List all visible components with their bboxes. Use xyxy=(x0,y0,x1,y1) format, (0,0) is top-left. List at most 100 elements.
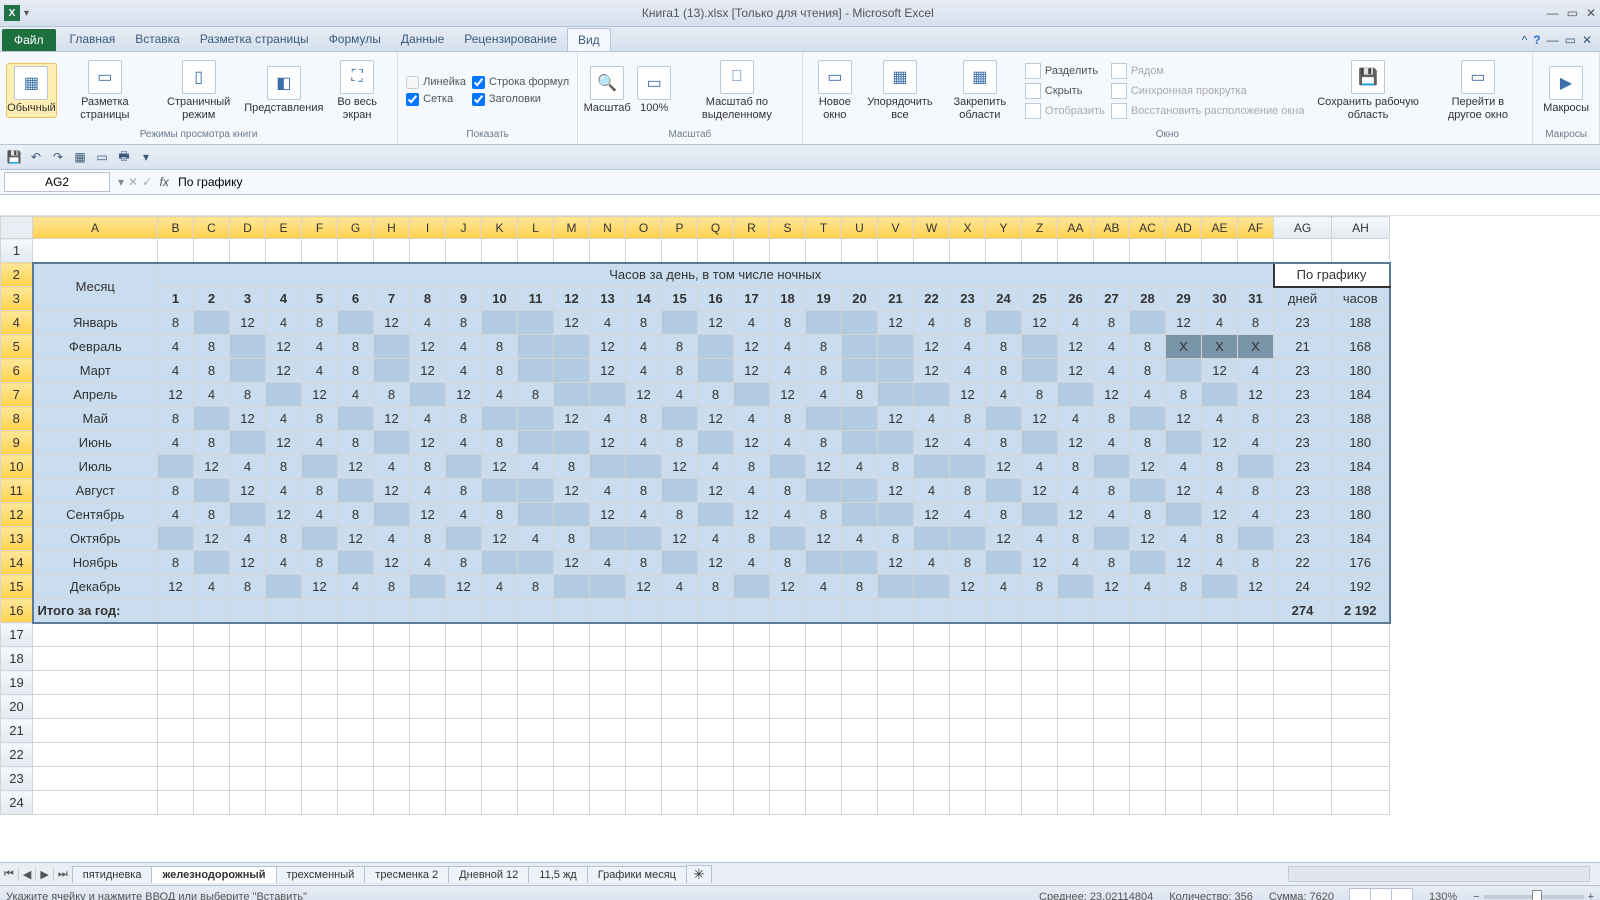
cell[interactable]: 12 xyxy=(1022,407,1058,431)
cell[interactable] xyxy=(1094,455,1130,479)
cell[interactable]: 4 xyxy=(158,431,194,455)
cell[interactable]: 184 xyxy=(1332,383,1390,407)
cell[interactable] xyxy=(230,359,266,383)
cell[interactable] xyxy=(518,431,554,455)
new-window-button[interactable]: ▭Новое окно xyxy=(809,58,862,122)
cell[interactable] xyxy=(266,743,302,767)
cell[interactable] xyxy=(662,695,698,719)
cell[interactable]: 4 xyxy=(1094,335,1130,359)
row-header[interactable]: 10 xyxy=(1,455,33,479)
cell[interactable]: 12 xyxy=(302,575,338,599)
cell[interactable]: 8 xyxy=(230,575,266,599)
cell[interactable]: 23 xyxy=(1274,527,1332,551)
cell[interactable] xyxy=(338,671,374,695)
cell[interactable]: Июль xyxy=(33,455,158,479)
cell[interactable]: 12 xyxy=(446,575,482,599)
cell[interactable]: 4 xyxy=(590,551,626,575)
cell[interactable]: 4 xyxy=(590,479,626,503)
cell[interactable]: 7 xyxy=(374,287,410,311)
cell[interactable] xyxy=(482,623,518,647)
zoom-selection-button[interactable]: ⎕Масштаб по выделенному xyxy=(678,58,795,122)
cell[interactable]: 4 xyxy=(770,335,806,359)
cell[interactable] xyxy=(410,791,446,815)
cell[interactable] xyxy=(1058,575,1094,599)
cell[interactable] xyxy=(734,695,770,719)
cell[interactable]: 12 xyxy=(554,287,590,311)
cell[interactable]: 12 xyxy=(230,311,266,335)
cell[interactable] xyxy=(842,335,878,359)
cell[interactable] xyxy=(230,503,266,527)
cell[interactable]: 8 xyxy=(662,431,698,455)
cell[interactable]: 4 xyxy=(1058,407,1094,431)
cell[interactable]: 12 xyxy=(230,551,266,575)
cell[interactable] xyxy=(626,599,662,623)
cell[interactable]: 12 xyxy=(410,503,446,527)
cell[interactable]: 274 xyxy=(1274,599,1332,623)
row-header[interactable]: 24 xyxy=(1,791,33,815)
cell[interactable] xyxy=(878,431,914,455)
cell[interactable] xyxy=(302,455,338,479)
cell[interactable] xyxy=(1166,623,1202,647)
cell[interactable] xyxy=(374,791,410,815)
cell[interactable] xyxy=(374,623,410,647)
cell[interactable] xyxy=(338,551,374,575)
cell[interactable] xyxy=(698,719,734,743)
cell[interactable] xyxy=(662,311,698,335)
zoom-100-button[interactable]: ▭100% xyxy=(632,64,676,116)
cell[interactable] xyxy=(986,623,1022,647)
cell[interactable] xyxy=(230,599,266,623)
zoom-level[interactable]: 130% xyxy=(1429,891,1457,900)
cell[interactable]: 12 xyxy=(1238,575,1274,599)
cell[interactable] xyxy=(1094,623,1130,647)
cell[interactable]: 4 xyxy=(302,431,338,455)
cell[interactable] xyxy=(518,479,554,503)
cell[interactable] xyxy=(266,623,302,647)
ribbon-tab[interactable]: Главная xyxy=(60,28,126,51)
cell[interactable] xyxy=(842,719,878,743)
cell[interactable] xyxy=(446,743,482,767)
cell[interactable] xyxy=(734,575,770,599)
cell[interactable]: 20 xyxy=(842,287,878,311)
cell[interactable] xyxy=(914,647,950,671)
cell[interactable] xyxy=(446,719,482,743)
cell[interactable] xyxy=(266,575,302,599)
cell[interactable] xyxy=(158,239,194,263)
cell[interactable] xyxy=(230,719,266,743)
cell[interactable]: 12 xyxy=(338,527,374,551)
cell[interactable]: 8 xyxy=(1094,407,1130,431)
cell[interactable] xyxy=(338,719,374,743)
cell[interactable] xyxy=(842,791,878,815)
cell[interactable] xyxy=(986,479,1022,503)
cell[interactable] xyxy=(338,407,374,431)
cell[interactable]: 12 xyxy=(1022,311,1058,335)
cell[interactable]: 8 xyxy=(482,335,518,359)
cell[interactable]: 8 xyxy=(266,455,302,479)
cell[interactable] xyxy=(878,623,914,647)
cell[interactable]: 12 xyxy=(950,575,986,599)
cell[interactable]: 4 xyxy=(590,407,626,431)
cell[interactable]: 8 xyxy=(950,479,986,503)
cell[interactable]: 4 xyxy=(266,551,302,575)
cell[interactable] xyxy=(806,623,842,647)
cell[interactable]: 8 xyxy=(302,551,338,575)
cell[interactable]: Апрель xyxy=(33,383,158,407)
cell[interactable]: 4 xyxy=(266,287,302,311)
cell[interactable]: 2 192 xyxy=(1332,599,1390,623)
cell[interactable]: 23 xyxy=(1274,383,1332,407)
cell[interactable] xyxy=(842,695,878,719)
cell[interactable] xyxy=(482,695,518,719)
cell[interactable]: 8 xyxy=(194,431,230,455)
cell[interactable] xyxy=(986,239,1022,263)
cell[interactable]: 12 xyxy=(374,311,410,335)
cell[interactable]: 12 xyxy=(230,407,266,431)
cell[interactable] xyxy=(878,599,914,623)
cell[interactable]: 12 xyxy=(698,407,734,431)
cell[interactable] xyxy=(158,695,194,719)
row-header[interactable]: 20 xyxy=(1,695,33,719)
cell[interactable]: дней xyxy=(1274,287,1332,311)
sheet-tab[interactable]: пятидневка xyxy=(72,866,153,883)
cell[interactable] xyxy=(626,671,662,695)
cell[interactable]: 8 xyxy=(1166,383,1202,407)
cell[interactable]: 4 xyxy=(1238,359,1274,383)
cell[interactable]: 12 xyxy=(482,455,518,479)
